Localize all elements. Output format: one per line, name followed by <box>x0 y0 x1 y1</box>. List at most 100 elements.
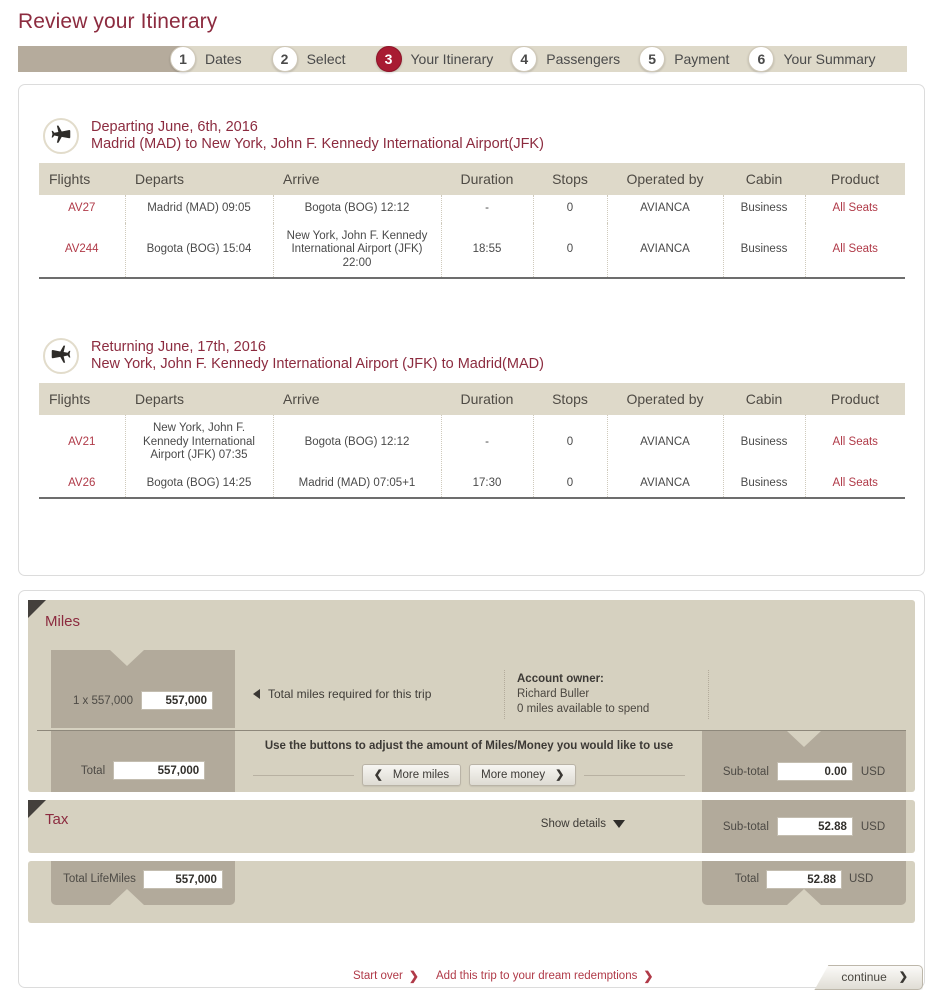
more-money-button[interactable]: More money ❯ <box>469 764 577 786</box>
duration-cell: - <box>441 415 534 470</box>
arrow-right-icon: ❯ <box>643 969 654 983</box>
account-owner-name: Richard Buller <box>517 688 590 700</box>
column-header: Arrive <box>273 383 441 415</box>
miles-total-value[interactable]: 557,000 <box>113 761 206 780</box>
dream-redemptions-link[interactable]: Add this trip to your dream redemptions … <box>436 969 653 983</box>
cabin-cell: Business <box>723 469 806 497</box>
arrow-right-icon: ❯ <box>408 969 419 983</box>
step-passengers[interactable]: 4 Passengers <box>511 40 620 78</box>
outbound-table-body: AV27 Madrid (MAD) 09:05 Bogota (BOG) 12:12… <box>39 195 905 277</box>
step-your-itinerary[interactable]: 3 Your Itinerary <box>375 40 494 78</box>
total-currency: USD <box>849 873 874 885</box>
continue-label: continue <box>841 970 887 984</box>
operated-by-cell: AVIANCA <box>607 415 724 470</box>
duration-cell: 17:30 <box>441 469 534 497</box>
product-cell[interactable]: All Seats <box>805 223 905 278</box>
tax-subtotal-value[interactable]: 52.88 <box>776 817 853 836</box>
inbound-flights-table: Flights Departs Arrive Duration Stops Operate… <box>39 383 905 497</box>
step-dates[interactable]: 1 Dates <box>170 40 242 78</box>
miles-multiplier-value[interactable]: 557,000 <box>141 691 214 710</box>
caret-left-icon <box>253 689 260 699</box>
column-header: Flights <box>39 383 125 415</box>
tax-subtotal-label: Sub-total <box>722 820 769 833</box>
table-row: AV27 Madrid (MAD) 09:05 Bogota (BOG) 12:12… <box>39 195 905 223</box>
step-label: Select <box>306 51 346 67</box>
step-number: 5 <box>639 46 666 72</box>
outbound-route: Madrid (MAD) to New York, John F. Kenned… <box>91 136 544 152</box>
start-over-link[interactable]: Start over ❯ <box>353 969 419 983</box>
adjust-instructions: Use the buttons to adjust the amount of … <box>264 740 674 752</box>
arrive-cell: Bogota (BOG) 12:12 <box>273 415 442 470</box>
divider-line-right <box>584 774 685 776</box>
flight-number[interactable]: AV244 <box>39 222 126 277</box>
total-value[interactable]: 52.88 <box>766 869 842 889</box>
operated-by-cell: AVIANCA <box>607 222 724 277</box>
inbound-flight-group: Returning June, 17th, 2016 New York, Joh… <box>39 333 905 499</box>
flight-number[interactable]: AV27 <box>39 195 126 223</box>
column-header: Duration <box>441 163 533 195</box>
departs-cell: Bogota (BOG) 14:25 <box>125 469 274 497</box>
outbound-flights-table: Flights Departs Arrive Duration Stops Operate… <box>39 163 905 277</box>
miles-total-box: Total 557,000 <box>51 731 235 792</box>
product-cell[interactable]: All Seats <box>805 415 905 470</box>
table-row: AV244 Bogota (BOG) 15:04 New York, John F.… <box>39 222 905 278</box>
more-miles-label: More miles <box>392 769 450 781</box>
outbound-flight-group: Departing June, 6th, 2016 Madrid (MAD) t… <box>39 113 905 279</box>
outbound-table-wrap: Flights Departs Arrive Duration Stops Operate… <box>39 163 905 279</box>
column-header: Cabin <box>723 163 805 195</box>
inbound-table-body: AV21 New York, John F. Kennedy Internatio… <box>39 415 905 497</box>
operated-by-cell: AVIANCA <box>607 195 724 223</box>
start-over-label: Start over <box>353 970 403 982</box>
step-label: Passengers <box>546 51 621 67</box>
price-panel: Miles 1 x 557,000 557,000 Total miles re… <box>18 590 925 988</box>
column-header: Stops <box>533 383 607 415</box>
step-label: Your Itinerary <box>410 51 494 67</box>
column-header: Operated by <box>607 163 723 195</box>
miles-subtotal-currency: USD <box>860 765 886 778</box>
stops-cell: 0 <box>533 469 608 497</box>
more-miles-button[interactable]: ❮ More miles <box>361 764 462 786</box>
stops-cell: 0 <box>533 222 608 277</box>
total-lifemiles-value[interactable]: 557,000 <box>142 869 223 889</box>
outbound-table-head: Flights Departs Arrive Duration Stops Operate… <box>39 163 905 195</box>
column-header: Product <box>805 383 905 415</box>
inbound-table-head: Flights Departs Arrive Duration Stops Operate… <box>39 383 905 415</box>
departs-cell: Madrid (MAD) 09:05 <box>125 195 274 223</box>
show-details-toggle[interactable]: Show details <box>541 818 625 830</box>
duration-cell: - <box>441 195 534 223</box>
corner-fold-icon <box>28 600 46 618</box>
tax-subtotal-currency: USD <box>860 820 886 833</box>
miles-subtotal-value[interactable]: 0.00 <box>776 762 853 781</box>
arrow-right-icon: ❯ <box>898 971 908 983</box>
cabin-cell: Business <box>723 222 806 277</box>
total-label: Total <box>734 873 759 885</box>
inbound-route: New York, John F. Kennedy International … <box>91 356 544 372</box>
product-cell[interactable]: All Seats <box>805 195 905 223</box>
step-number: 1 <box>170 46 196 72</box>
plane-return-icon <box>43 338 79 374</box>
outbound-titles: Departing June, 6th, 2016 Madrid (MAD) t… <box>91 119 544 153</box>
column-header: Duration <box>441 383 533 415</box>
step-payment[interactable]: 5 Payment <box>639 40 729 78</box>
chevron-left-icon: ❮ <box>373 769 383 781</box>
flight-number[interactable]: AV26 <box>39 469 126 497</box>
account-owner-label: Account owner: <box>517 673 604 685</box>
step-your-summary[interactable]: 6 Your Summary <box>748 40 876 78</box>
step-number: 3 <box>375 46 402 72</box>
flight-number[interactable]: AV21 <box>39 415 126 470</box>
column-header: Operated by <box>607 383 723 415</box>
action-bar: Start over ❯ Add this trip to your dream… <box>18 955 925 1006</box>
continue-button[interactable]: continue ❯ <box>814 965 923 990</box>
product-cell[interactable]: All Seats <box>805 470 905 498</box>
column-header: Flights <box>39 163 125 195</box>
itinerary-review-page: Review your Itinerary 1 Dates 2 Select 3 Your… <box>0 0 935 1006</box>
totals-block: Total LifeMiles 557,000 Total 52.88 USD <box>28 861 915 923</box>
departs-cell: New York, John F. Kennedy International … <box>125 415 274 470</box>
miles-section-label: Miles <box>45 613 81 630</box>
plane-depart-icon <box>43 118 79 154</box>
step-select[interactable]: 2 Select <box>271 40 346 78</box>
more-money-label: More money <box>481 769 546 781</box>
inbound-date: Returning June, 17th, 2016 <box>91 339 266 355</box>
miles-required-box: 1 x 557,000 557,000 <box>51 650 235 728</box>
step-nav: 1 Dates 2 Select 3 Your Itinerary 4 Passengers 5… <box>18 40 907 78</box>
